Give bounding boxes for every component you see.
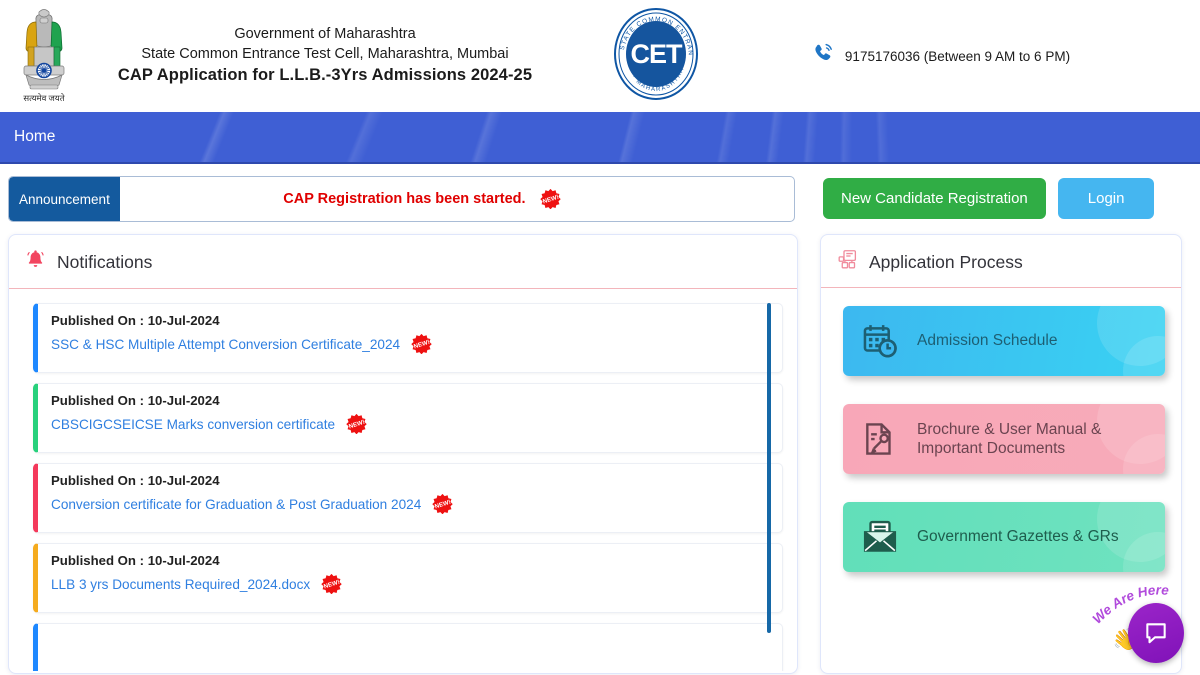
site-header: सत्यमेव जयते Government of Maharashtra S… <box>0 0 1200 112</box>
list-item[interactable]: Published On : 10-Jul-2024 SSC & HSC Mul… <box>33 303 783 373</box>
header-line-2: State Common Entrance Test Cell, Maharas… <box>141 45 509 62</box>
svg-text:CET: CET <box>631 39 684 69</box>
new-badge-icon: NEW! <box>320 573 342 595</box>
admission-schedule-card[interactable]: Admission Schedule <box>843 306 1165 376</box>
government-gazettes-card[interactable]: Government Gazettes & GRs <box>843 502 1165 572</box>
main-navigation: Home <box>0 112 1200 164</box>
admission-schedule-label: Admission Schedule <box>917 332 1058 350</box>
notification-link[interactable]: SSC & HSC Multiple Attempt Conversion Ce… <box>51 337 400 352</box>
notification-link[interactable]: LLB 3 yrs Documents Required_2024.docx <box>51 577 310 592</box>
list-item[interactable]: Published On : 10-Jul-2024 CBSCIGCSEICSE… <box>33 383 783 453</box>
notification-link[interactable]: CBSCIGCSEICSE Marks conversion certifica… <box>51 417 335 432</box>
notifications-scrollbar[interactable] <box>765 303 773 643</box>
header-line-1: Government of Maharashtra <box>234 26 416 43</box>
page-body: Announcement CAP Registration has been s… <box>0 164 1200 674</box>
chat-bubble-icon <box>1146 623 1166 644</box>
header-contact: 9175176036 (Between 9 AM to 6 PM) <box>702 42 1200 71</box>
notification-published-date: Published On : 10-Jul-2024 <box>51 473 220 488</box>
calendar-clock-icon <box>861 322 899 360</box>
new-badge-icon: NEW! <box>431 493 453 515</box>
panels-row: Notifications Published On : 10-Jul-2024… <box>8 234 1192 674</box>
scrollbar-thumb[interactable] <box>767 303 771 633</box>
new-badge-icon: NEW! <box>410 333 432 355</box>
chat-bubble-button[interactable] <box>1128 603 1184 663</box>
contact-phone-text: 9175176036 (Between 9 AM to 6 PM) <box>844 48 1071 64</box>
notifications-panel: Notifications Published On : 10-Jul-2024… <box>8 234 798 674</box>
svg-text:सत्यमेव जयते: सत्यमेव जयते <box>23 93 64 103</box>
envelope-document-icon <box>861 518 899 556</box>
new-badge-icon: NEW! <box>345 413 367 435</box>
announcement-row: Announcement CAP Registration has been s… <box>8 176 1192 222</box>
page-title: CAP Application for L.L.B.-3Yrs Admissio… <box>117 66 533 85</box>
application-process-title: Application Process <box>869 251 1023 272</box>
brochure-documents-label: Brochure & User Manual & Important Docum… <box>917 420 1102 457</box>
auth-buttons: New Candidate Registration Login <box>823 176 1155 219</box>
government-gazettes-label: Government Gazettes & GRs <box>917 528 1119 546</box>
notification-published-date: Published On : 10-Jul-2024 <box>51 313 220 328</box>
application-process-header: Application Process <box>821 235 1181 288</box>
brochure-documents-card[interactable]: Brochure & User Manual & Important Docum… <box>843 404 1165 474</box>
list-item[interactable]: Published On : 10-Jul-2024 Conversion ce… <box>33 463 783 533</box>
notifications-list[interactable]: Published On : 10-Jul-2024 SSC & HSC Mul… <box>9 289 797 671</box>
list-item[interactable]: Published On : 10-Jul-2024 LLB 3 yrs Doc… <box>33 543 783 613</box>
nav-item-home[interactable]: Home <box>0 111 69 163</box>
ashoka-emblem-icon: सत्यमेव जयते <box>6 2 82 110</box>
login-button[interactable]: Login <box>1057 178 1155 219</box>
notification-published-date: Published On : 10-Jul-2024 <box>51 393 220 408</box>
document-pin-icon <box>861 420 899 458</box>
header-titles: Government of Maharashtra State Common E… <box>90 25 560 86</box>
process-flow-icon <box>837 249 858 275</box>
notification-published-date: Published On : 10-Jul-2024 <box>51 553 220 568</box>
notifications-panel-header: Notifications <box>9 235 797 289</box>
notification-link[interactable]: Conversion certificate for Graduation & … <box>51 497 421 512</box>
announcement-marquee: CAP Registration has been started. NEW! <box>120 177 794 221</box>
announcement-label: Announcement <box>9 177 120 221</box>
new-badge-icon: NEW! <box>539 188 561 209</box>
new-candidate-registration-button[interactable]: New Candidate Registration <box>823 178 1046 219</box>
cet-seal-logo: STATE COMMON ENTRANCE TEST CELL · MAHARA… <box>607 1 702 107</box>
application-process-cards: Admission Schedule Brochure & User Manua… <box>821 288 1181 572</box>
announcement-text: CAP Registration has been started. <box>283 191 526 207</box>
list-item[interactable] <box>33 623 783 671</box>
announcement-bar: Announcement CAP Registration has been s… <box>8 176 795 222</box>
phone-ringing-icon <box>812 42 836 71</box>
notifications-title: Notifications <box>57 252 153 272</box>
bell-icon <box>25 249 46 276</box>
chat-widget[interactable]: We Are Here 👋 <box>1092 587 1186 665</box>
